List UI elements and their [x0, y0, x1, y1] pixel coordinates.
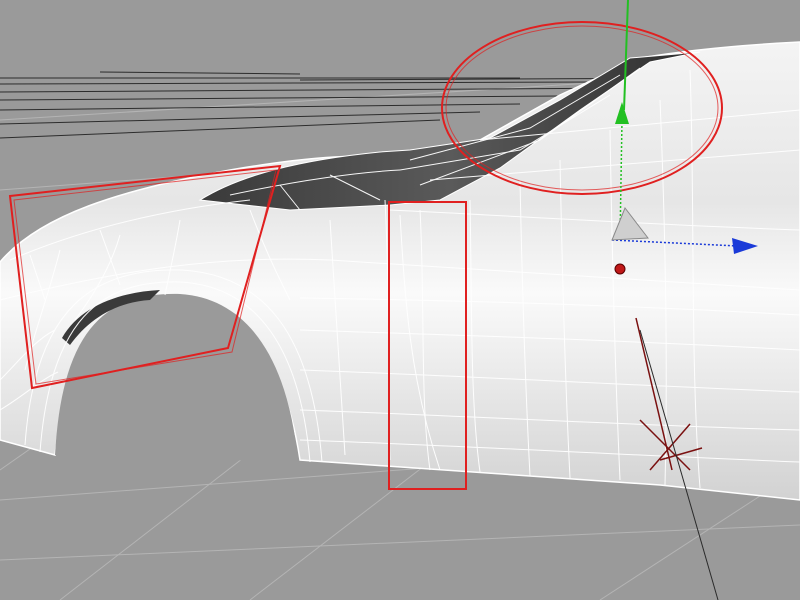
3d-viewport[interactable] — [0, 0, 800, 600]
viewport-canvas[interactable] — [0, 0, 800, 600]
gizmo-pivot-icon[interactable] — [614, 263, 626, 275]
